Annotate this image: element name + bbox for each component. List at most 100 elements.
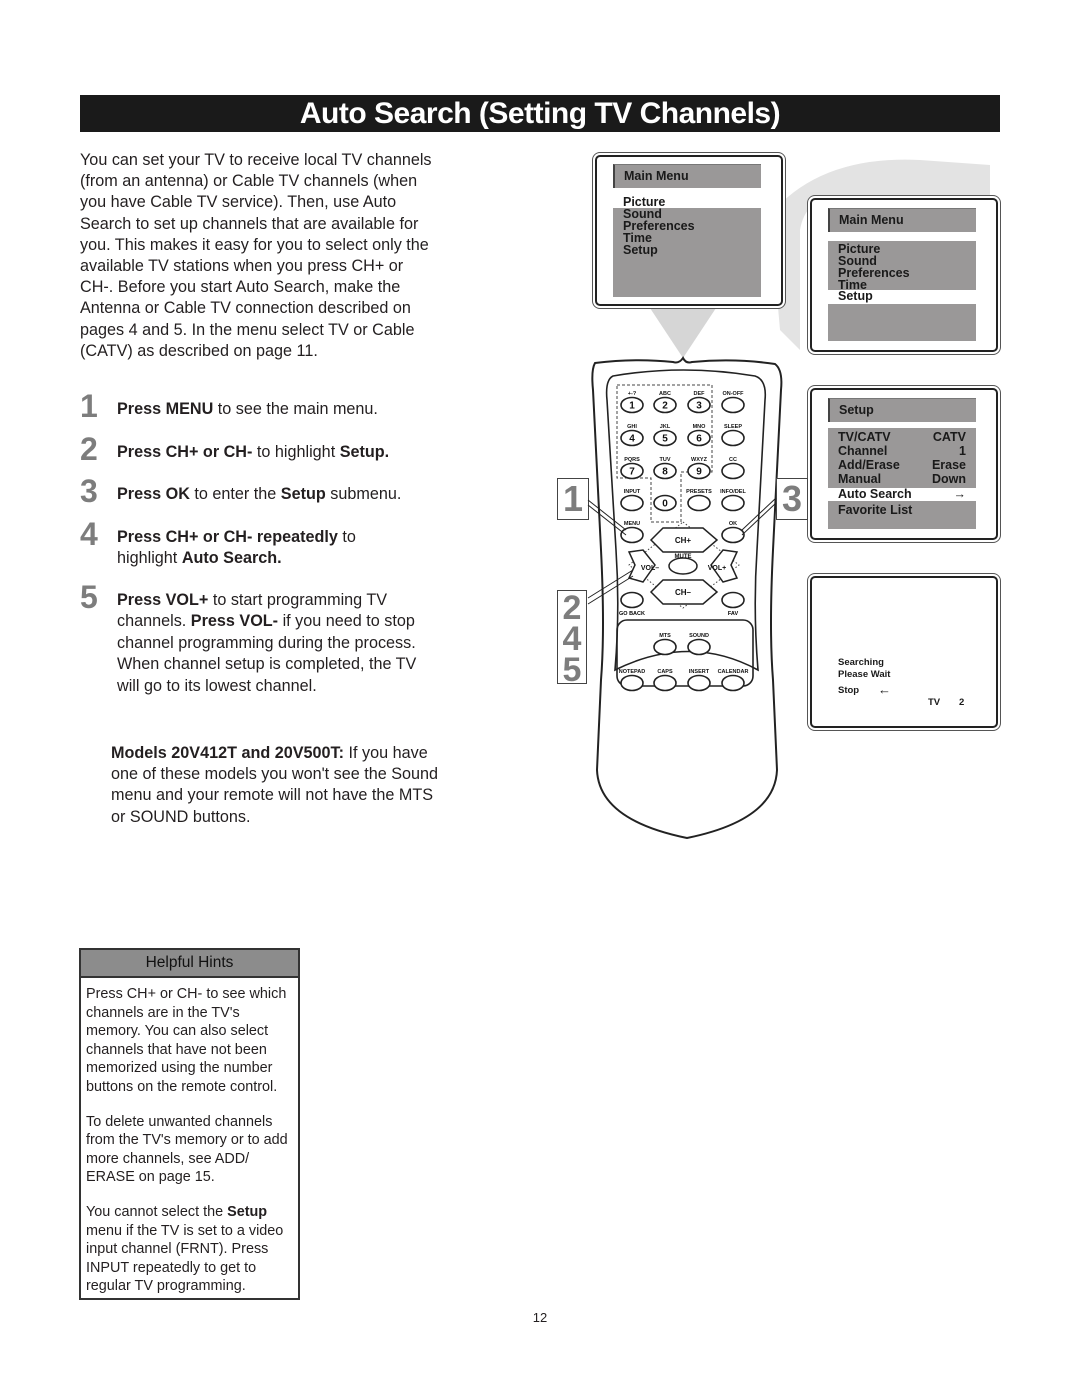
menu-button[interactable] [620,526,644,544]
arrow-left-icon: ← [878,682,891,697]
osd-value: CATV [932,430,966,444]
stop-text: Stop [838,685,860,696]
osd-menu-list: Picture Sound Preferences Time [828,241,976,291]
vol-up-label: VOL+ [708,565,726,572]
tv-screen-setup-menu: Setup TV/CATV CATV Channel 1 Add/Erase Eras… [810,388,998,540]
key-sublabel: MENU [624,521,640,527]
key-caps[interactable] [653,674,677,692]
osd-menu-filler [828,304,976,341]
key-label: 5 [662,434,668,445]
osd-item-channel[interactable]: Channel 1 [828,445,976,458]
key-sublabel: FAV [728,611,739,617]
key-calendar[interactable] [721,674,745,692]
searching-text: Searching [838,657,884,668]
osd-item-favorite-list[interactable]: Favorite List [828,504,976,517]
key-label: 3 [696,401,702,412]
ok-button[interactable] [721,526,745,544]
input-button[interactable] [620,494,644,512]
callout-number: 5 [562,651,582,689]
key-mts[interactable] [653,638,677,656]
osd-item-manual[interactable]: Manual Down [828,473,976,486]
key-info-del[interactable] [721,494,745,512]
key-label: 9 [696,467,702,478]
callout-step-1: 1 [557,478,589,520]
mute-label: MUTE [675,554,692,560]
key-cc[interactable] [721,462,745,480]
osd-label: Auto Search [838,487,912,501]
ch-down-label: CH– [675,588,692,597]
osd-menu-list-lower: Favorite List [828,501,976,529]
go-back-button[interactable] [620,591,644,609]
key-sublabel: DEF [694,391,706,397]
key-sublabel: +-? [628,391,637,397]
key-label: 4 [629,434,635,445]
key-sublabel: WXYZ [691,457,708,463]
key-sublabel: SOUND [689,633,709,639]
key-insert[interactable] [687,674,711,692]
osd-item-setup[interactable]: Setup [828,290,976,302]
key-sublabel: MTS [659,633,671,639]
key-sublabel: GHI [627,424,637,430]
remote-face [605,369,767,672]
tv-screen-searching: Searching Please Wait Stop ← TV 2 [810,576,998,728]
tv-screen-main-menu-2: Main Menu Picture Sound Preferences Time… [810,198,998,352]
arrow-right-icon: → [953,487,967,501]
callout-steps-2-4-5: 2 4 5 [557,590,587,689]
osd-title: Setup [828,398,976,422]
key-sublabel: PQRS [624,457,640,463]
fav-button[interactable] [721,591,745,609]
please-wait-text: Please Wait [838,669,891,680]
key-label: 7 [629,467,635,478]
osd-label: Add/Erase [838,458,900,472]
key-sublabel: CALENDAR [718,669,749,675]
osd-item-tv-catv[interactable]: TV/CATV CATV [828,431,976,444]
osd-title: Main Menu [613,164,761,188]
key-label: 0 [662,499,668,510]
key-sublabel: OK [729,521,737,527]
channel-number: 2 [959,697,965,708]
key-sublabel: INSERT [689,669,710,675]
osd-value: Erase [931,458,966,472]
key-sleep[interactable] [721,429,745,447]
osd-value: 1 [959,444,966,458]
key-sublabel: INFO/DEL [720,489,746,495]
osd-item-setup[interactable]: Setup [613,244,761,257]
key-sublabel: MNO [693,424,707,430]
osd-item-add-erase[interactable]: Add/Erase Erase [828,459,976,472]
key-on-off[interactable] [721,396,745,414]
tv-screen-main-menu-1: Main Menu Picture Sound Preferences Time… [595,155,783,306]
key-sublabel: CAPS [657,669,673,675]
key-sublabel: SLEEP [724,424,742,430]
key-sublabel: NOTEPAD [619,669,646,675]
key-label: 6 [696,434,702,445]
key-label: 2 [662,401,668,412]
osd-label: Manual [838,472,882,486]
tv-label: TV [928,697,941,708]
callout-step-3: 3 [776,478,808,520]
osd-label: Channel [838,444,888,458]
key-label: 1 [629,401,635,412]
key-notepad[interactable] [620,674,644,692]
remote-control: +-? 1 ABC 2 DEF 3 GHI 4 JKL 5 MNO 6 PQRS 7 TUV 8 WXYZ 9 0 O… [591,356,783,840]
key-sublabel: PRESETS [686,489,712,495]
key-sublabel: JKL [660,424,671,430]
key-sublabel: ABC [659,391,671,397]
key-sublabel: TUV [660,457,671,463]
key-label: 8 [662,467,668,478]
osd-item-auto-search[interactable]: Auto Search → [828,488,976,501]
vol-down-label: VOL– [641,565,659,572]
key-sublabel: GO BACK [619,611,645,617]
presets-button[interactable] [687,494,711,512]
osd-value: Down [931,472,966,486]
key-sublabel: ON-OFF [722,391,744,397]
key-sublabel: INPUT [624,489,641,495]
ch-up-label: CH+ [675,536,692,545]
osd-menu-list: Picture Sound Preferences Time Setup [613,196,761,297]
osd-title: Main Menu [828,208,976,232]
page-number: 12 [532,1310,548,1325]
mute-button[interactable] [668,557,698,575]
osd-label: TV/CATV [838,430,891,444]
key-sound[interactable] [687,638,711,656]
key-sublabel: CC [729,457,737,463]
osd-menu-list: TV/CATV CATV Channel 1 Add/Erase Erase Manu… [828,428,976,488]
